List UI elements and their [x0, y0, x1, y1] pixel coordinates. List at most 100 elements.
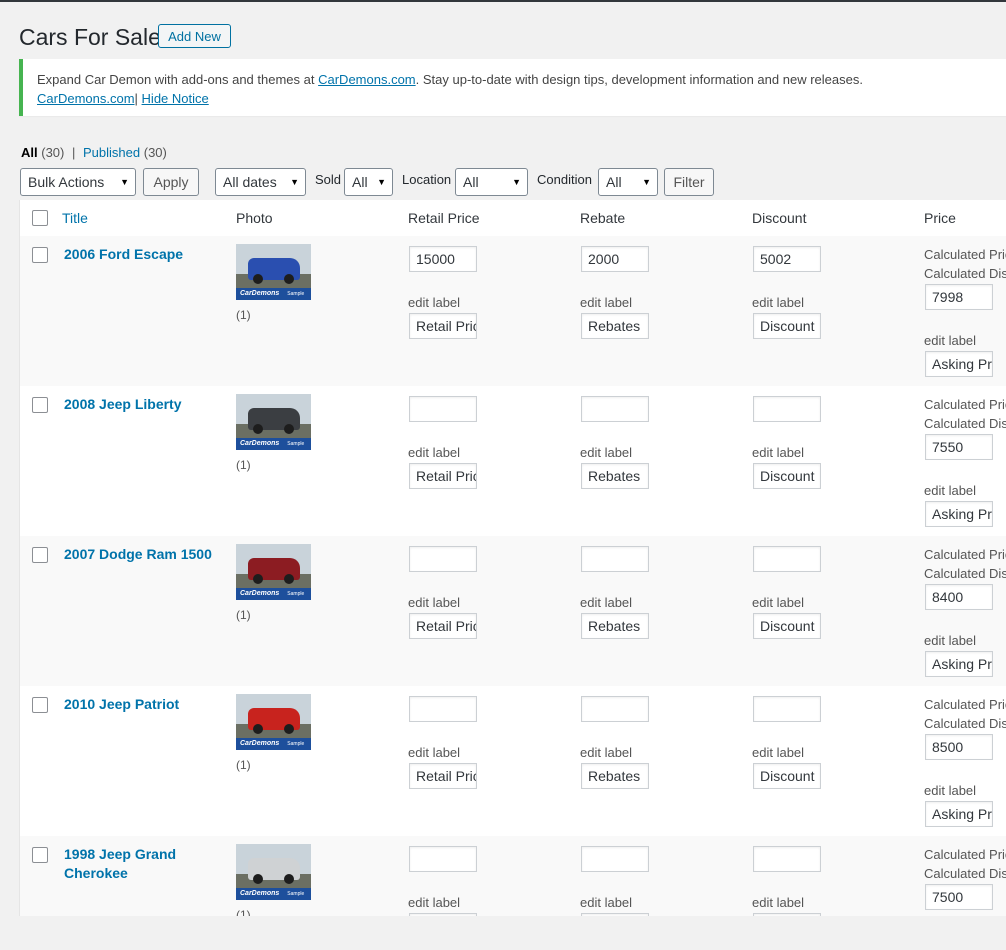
retail-price-label-input[interactable]: Retail Price [409, 763, 477, 789]
discount-input[interactable]: 5002 [753, 246, 821, 272]
car-title-link[interactable]: 2006 Ford Escape [64, 245, 214, 264]
retail-price-label-input[interactable]: Retail Price [409, 913, 477, 916]
chevron-down-icon: ▼ [120, 177, 129, 187]
select-all-checkbox[interactable] [32, 210, 48, 226]
rebate-label-input[interactable]: Rebates [581, 313, 649, 339]
retail-price-input[interactable] [409, 696, 477, 722]
calculated-discount-text: Calculated Discount [924, 266, 1006, 281]
calculated-discount-text: Calculated Discount [924, 416, 1006, 431]
retail-price-label-input[interactable]: Retail Price [409, 463, 477, 489]
asking-price-label-input[interactable]: Asking Price [925, 801, 993, 827]
location-label: Location [402, 172, 452, 187]
table-row: 2008 Jeep Liberty CarDemonsSample Invent… [20, 386, 1006, 536]
retail-price-input[interactable] [409, 546, 477, 572]
column-price: Price [924, 210, 956, 226]
edit-label-text: edit label [580, 445, 633, 460]
retail-price-input[interactable] [409, 396, 477, 422]
discount-label-input[interactable]: Discount [753, 763, 821, 789]
view-all[interactable]: All [21, 145, 38, 160]
photo-banner-brand: CarDemons [240, 740, 280, 747]
apply-button[interactable]: Apply [143, 168, 199, 196]
rebate-label-input[interactable]: Rebates [581, 913, 649, 916]
cars-table: Title Photo Retail Price Rebate Discount… [19, 200, 1006, 916]
edit-label-text: edit label [924, 483, 977, 498]
column-rebate: Rebate [580, 210, 626, 226]
price-input[interactable]: 8400 [925, 584, 993, 610]
rebate-input[interactable] [581, 846, 649, 872]
retail-price-label-input[interactable]: Retail Price [409, 613, 477, 639]
asking-price-label-input[interactable]: Asking Price [925, 501, 993, 527]
price-input[interactable]: 7998 [925, 284, 993, 310]
discount-input[interactable] [753, 696, 821, 722]
car-title-link[interactable]: 2008 Jeep Liberty [64, 395, 214, 414]
filter-button[interactable]: Filter [664, 168, 714, 196]
retail-price-input[interactable] [409, 846, 477, 872]
notice-link-cardemons[interactable]: CarDemons.com [318, 72, 416, 87]
notice-link-cardemons-2[interactable]: CarDemons.com [37, 91, 135, 106]
condition-select[interactable]: All ▼ [598, 168, 658, 196]
column-title[interactable]: Title [62, 210, 88, 226]
rebate-input[interactable] [581, 696, 649, 722]
location-select[interactable]: All ▼ [455, 168, 528, 196]
discount-label-input[interactable]: Discount [753, 463, 821, 489]
retail-price-input[interactable]: 15000 [409, 246, 477, 272]
row-checkbox[interactable] [32, 847, 48, 863]
discount-label-input[interactable]: Discount [753, 613, 821, 639]
photo-banner: CarDemonsSample Inventory Vehicle [236, 438, 311, 450]
column-photo: Photo [236, 210, 273, 226]
rebate-input[interactable] [581, 546, 649, 572]
car-photo[interactable]: CarDemonsSample Inventory Vehicle [236, 844, 311, 900]
table-row: 2007 Dodge Ram 1500 CarDemonsSample Inve… [20, 536, 1006, 686]
rebate-input[interactable] [581, 396, 649, 422]
photo-banner-brand: CarDemons [240, 290, 280, 297]
discount-input[interactable] [753, 396, 821, 422]
add-new-button[interactable]: Add New [158, 24, 231, 48]
dates-select[interactable]: All dates ▼ [215, 168, 306, 196]
photo-banner-brand: CarDemons [240, 590, 280, 597]
car-title-link[interactable]: 1998 Jeep Grand Cherokee [64, 845, 214, 883]
discount-label-input[interactable]: Discount [753, 913, 821, 916]
price-input[interactable]: 7500 [925, 884, 993, 910]
rebate-input[interactable]: 2000 [581, 246, 649, 272]
car-photo[interactable]: CarDemonsSample Inventory Vehicle [236, 244, 311, 300]
discount-label-input[interactable]: Discount [753, 313, 821, 339]
calculated-discount-text: Calculated Discount [924, 566, 1006, 581]
calculated-price-text: Calculated Price [924, 547, 1006, 562]
car-photo[interactable]: CarDemonsSample Inventory Vehicle [236, 694, 311, 750]
edit-label-text: edit label [924, 633, 977, 648]
price-input[interactable]: 8500 [925, 734, 993, 760]
edit-label-text: edit label [408, 745, 461, 760]
notice-text-after: . Stay up-to-date with design tips, deve… [415, 72, 863, 87]
condition-value: All [606, 174, 622, 190]
rebate-label-input[interactable]: Rebates [581, 463, 649, 489]
row-checkbox[interactable] [32, 247, 48, 263]
chevron-down-icon: ▼ [290, 177, 299, 187]
dates-value: All dates [223, 174, 277, 190]
asking-price-label-input[interactable]: Asking Price [925, 651, 993, 677]
car-photo[interactable]: CarDemonsSample Inventory Vehicle [236, 394, 311, 450]
rebate-label-input[interactable]: Rebates [581, 613, 649, 639]
row-checkbox[interactable] [32, 697, 48, 713]
car-title-link[interactable]: 2007 Dodge Ram 1500 [64, 545, 214, 564]
row-checkbox[interactable] [32, 547, 48, 563]
car-photo[interactable]: CarDemonsSample Inventory Vehicle [236, 544, 311, 600]
discount-input[interactable] [753, 846, 821, 872]
notice-banner: Expand Car Demon with add-ons and themes… [19, 59, 1006, 116]
hide-notice-link[interactable]: Hide Notice [142, 91, 209, 106]
sold-select[interactable]: All ▼ [344, 168, 393, 196]
row-checkbox[interactable] [32, 397, 48, 413]
rebate-label-input[interactable]: Rebates [581, 763, 649, 789]
bulk-actions-select[interactable]: Bulk Actions ▼ [20, 168, 136, 196]
photo-wheel [253, 574, 263, 584]
asking-price-label-input[interactable]: Asking Price [925, 351, 993, 377]
retail-price-label-input[interactable]: Retail Price [409, 313, 477, 339]
view-published[interactable]: Published [83, 145, 140, 160]
notice-text-before: Expand Car Demon with add-ons and themes… [37, 72, 319, 87]
photo-wheel [253, 274, 263, 284]
car-title-link[interactable]: 2010 Jeep Patriot [64, 695, 214, 714]
discount-input[interactable] [753, 546, 821, 572]
page-title: Cars For Sale [19, 24, 161, 50]
photo-wheel [284, 724, 294, 734]
edit-label-text: edit label [752, 745, 805, 760]
price-input[interactable]: 7550 [925, 434, 993, 460]
